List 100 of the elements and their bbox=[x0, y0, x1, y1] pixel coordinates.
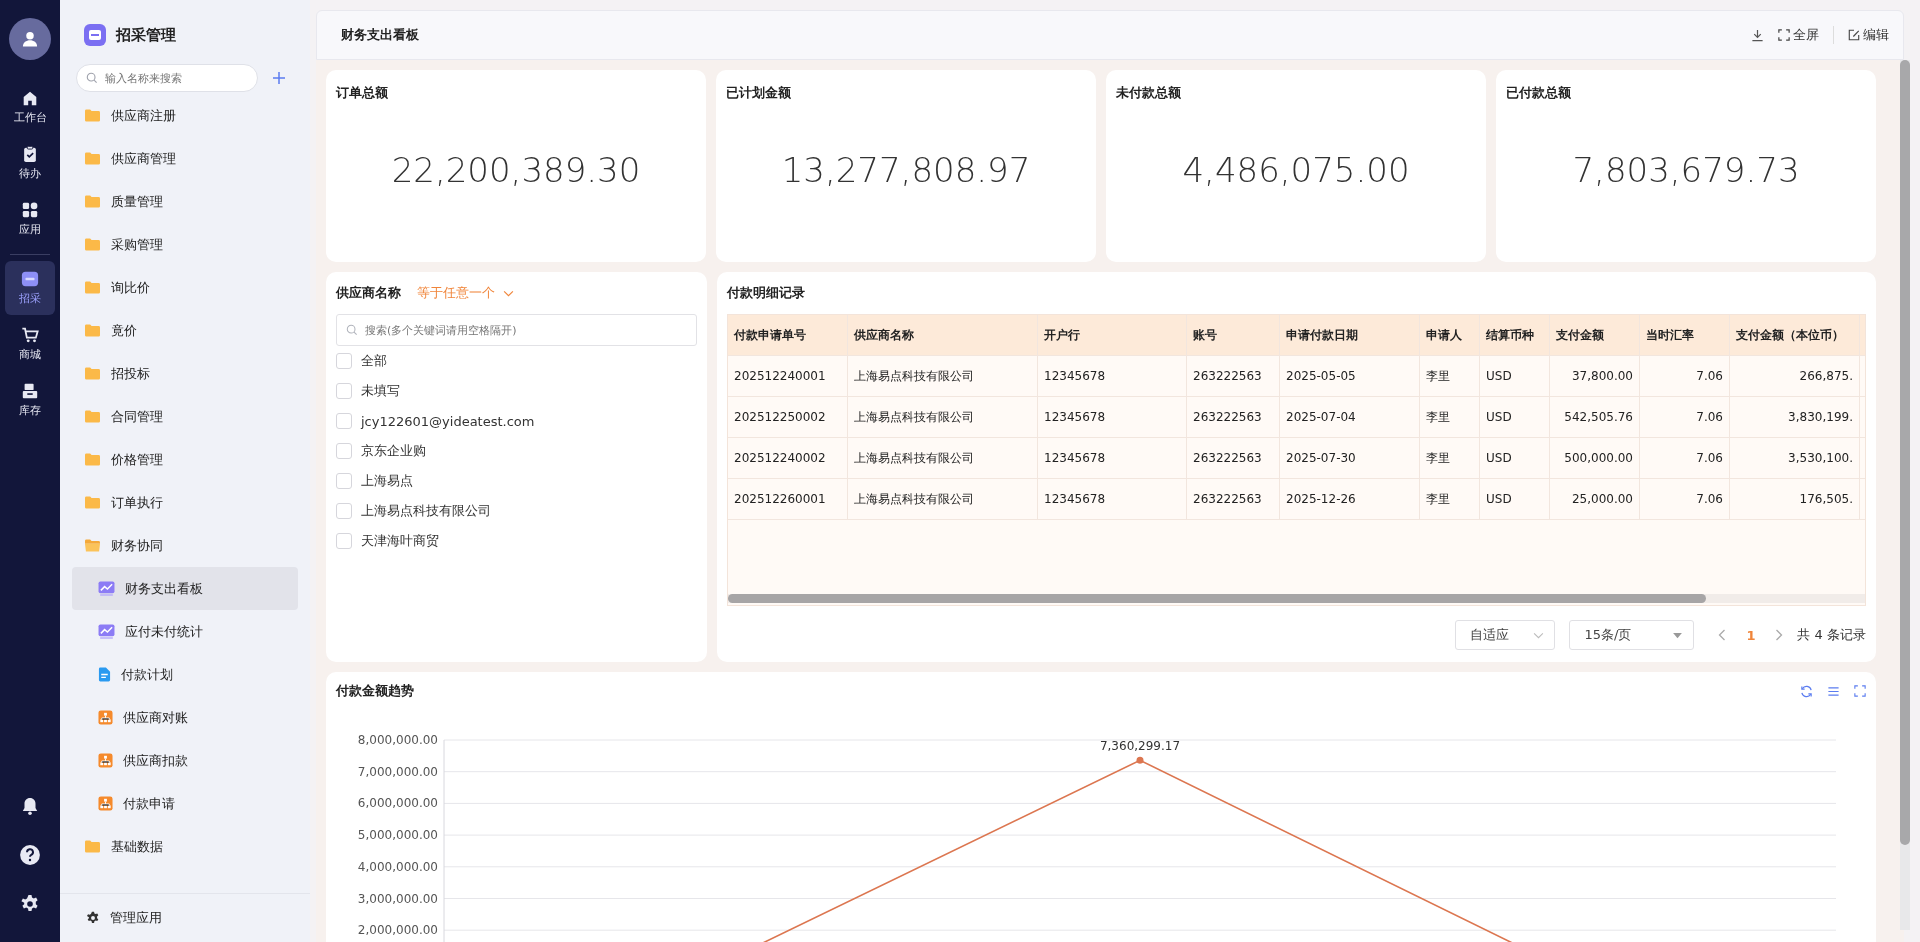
menu-folder-item[interactable]: 竟价 bbox=[60, 309, 310, 352]
menu-folder-item[interactable]: 合同管理 bbox=[60, 395, 310, 438]
table-cell: 7.06 bbox=[1640, 438, 1730, 478]
refresh-icon[interactable] bbox=[1800, 684, 1813, 698]
menu-folder-item[interactable]: 供应商注册 bbox=[60, 94, 310, 137]
edit-button[interactable]: 编辑 bbox=[1848, 26, 1889, 44]
table-cell: 25,000.00 bbox=[1550, 479, 1640, 519]
gear-icon bbox=[86, 911, 100, 925]
scrollbar-thumb[interactable] bbox=[728, 594, 1706, 603]
app-logo-icon bbox=[84, 24, 106, 46]
rail-nav-item[interactable]: 工作台 bbox=[5, 80, 55, 134]
column-header: 申请人 bbox=[1420, 315, 1480, 355]
rail-nav-item[interactable]: 招采 bbox=[5, 261, 55, 315]
chart-icon bbox=[98, 624, 115, 639]
table-cell: 李里 bbox=[1420, 479, 1480, 519]
table-cell: 266,875. bbox=[1730, 356, 1860, 396]
add-icon[interactable] bbox=[272, 71, 286, 85]
menu-folder-item[interactable]: 质量管理 bbox=[60, 180, 310, 223]
y-axis-label: 3,000,000.00 bbox=[357, 891, 438, 906]
y-axis-label: 2,000,000.00 bbox=[357, 923, 438, 938]
table-cell: USD bbox=[1480, 479, 1550, 519]
menu-folder-item[interactable]: 询比价 bbox=[60, 266, 310, 309]
folder-icon bbox=[84, 495, 101, 510]
help-icon[interactable] bbox=[19, 844, 41, 866]
folder-icon bbox=[84, 280, 101, 295]
caret-down-icon bbox=[1672, 631, 1684, 639]
folder-icon bbox=[84, 108, 101, 123]
table-cell: 202512260001 bbox=[728, 479, 848, 519]
folder-open-icon bbox=[84, 538, 101, 553]
menu-page-item[interactable]: 付款申请 bbox=[72, 782, 298, 825]
menu-page-item[interactable]: 付款计划 bbox=[72, 653, 298, 696]
search-field[interactable]: 输入名称来搜索 bbox=[76, 64, 258, 92]
scrollbar-thumb[interactable] bbox=[1900, 60, 1910, 845]
fullscreen-button[interactable]: 全屏 bbox=[1778, 26, 1819, 44]
next-page-icon[interactable] bbox=[1775, 629, 1784, 641]
clipboard-icon bbox=[21, 145, 39, 163]
download-icon[interactable] bbox=[1751, 28, 1764, 42]
org-chart-icon bbox=[98, 753, 113, 768]
table-cell: 12345678 bbox=[1038, 397, 1187, 437]
checkbox[interactable] bbox=[336, 443, 352, 459]
rail-nav-item[interactable]: 应用 bbox=[5, 192, 55, 246]
menu-folder-item[interactable]: 基础数据 bbox=[60, 825, 310, 868]
previous-page-icon[interactable] bbox=[1718, 629, 1727, 641]
edit-icon bbox=[1848, 29, 1860, 41]
page-size-select[interactable]: 15条/页 bbox=[1569, 620, 1695, 650]
table-cell: 500,000.00 bbox=[1550, 438, 1640, 478]
y-axis-label: 6,000,000.00 bbox=[357, 796, 438, 811]
stat-value: 7,803,679.73 bbox=[1572, 150, 1800, 190]
search-icon bbox=[86, 72, 98, 84]
settings-icon[interactable] bbox=[20, 894, 40, 914]
checkbox[interactable] bbox=[336, 503, 352, 519]
checkbox[interactable] bbox=[336, 353, 352, 369]
menu-icon[interactable] bbox=[1827, 684, 1840, 698]
folder-icon bbox=[84, 366, 101, 381]
table-cell: 263222563 bbox=[1187, 438, 1280, 478]
table-cell: USD bbox=[1480, 397, 1550, 437]
table-cell: 37,800.00 bbox=[1550, 356, 1640, 396]
menu-page-item[interactable]: 应付未付统计 bbox=[72, 610, 298, 653]
checkbox[interactable] bbox=[336, 413, 352, 429]
menu-folder-item[interactable]: 采购管理 bbox=[60, 223, 310, 266]
table-cell: 7.06 bbox=[1640, 397, 1730, 437]
fullscreen-icon[interactable] bbox=[1854, 685, 1866, 697]
bell-icon[interactable] bbox=[20, 796, 40, 816]
table-cell: 263222563 bbox=[1187, 356, 1280, 396]
folder-icon bbox=[84, 452, 101, 467]
menu-folder-item[interactable]: 供应商管理 bbox=[60, 137, 310, 180]
table-cell: 202512240001 bbox=[728, 356, 848, 396]
table-cell: 上海易点科技有限公司 bbox=[848, 479, 1038, 519]
user-avatar[interactable] bbox=[9, 18, 51, 60]
checkbox[interactable] bbox=[336, 473, 352, 489]
app-title: 招采管理 bbox=[116, 25, 176, 45]
rail-nav-item[interactable]: 待办 bbox=[5, 136, 55, 190]
cart-icon bbox=[21, 326, 39, 344]
checkbox[interactable] bbox=[336, 383, 352, 399]
column-header: 支付金额 bbox=[1550, 315, 1640, 355]
table-cell: 2025-07-30 bbox=[1280, 438, 1420, 478]
column-header: 结算币种 bbox=[1480, 315, 1550, 355]
rail-nav-item[interactable]: 商城 bbox=[5, 317, 55, 371]
page-title: 财务支出看板 bbox=[341, 26, 419, 44]
size-mode-select[interactable]: 自适应 bbox=[1455, 620, 1556, 650]
filter-label: 供应商名称 bbox=[336, 284, 401, 302]
menu-folder-item[interactable]: 财务协同 bbox=[60, 524, 310, 567]
menu-page-item[interactable]: 供应商对账 bbox=[72, 696, 298, 739]
menu-folder-item[interactable]: 招投标 bbox=[60, 352, 310, 395]
table-cell: 7.06 bbox=[1640, 479, 1730, 519]
menu-page-item[interactable]: 供应商扣款 bbox=[72, 739, 298, 782]
menu-folder-item[interactable]: 订单执行 bbox=[60, 481, 310, 524]
checkbox[interactable] bbox=[336, 533, 352, 549]
y-axis-label: 8,000,000.00 bbox=[357, 733, 438, 747]
rail-nav-item[interactable]: 库存 bbox=[5, 373, 55, 427]
column-header: 支付金额（本位币） bbox=[1730, 315, 1860, 355]
table-cell: 12345678 bbox=[1038, 356, 1187, 396]
search-field[interactable]: 搜索(多个关键词请用空格隔开) bbox=[336, 314, 697, 346]
folder-icon bbox=[84, 194, 101, 209]
table-cell: 3,830,199. bbox=[1730, 397, 1860, 437]
folder-icon bbox=[84, 409, 101, 424]
column-header: 供应商名称 bbox=[848, 315, 1038, 355]
menu-page-item[interactable]: 财务支出看板 bbox=[72, 567, 298, 610]
data-point bbox=[1136, 756, 1144, 764]
menu-folder-item[interactable]: 价格管理 bbox=[60, 438, 310, 481]
